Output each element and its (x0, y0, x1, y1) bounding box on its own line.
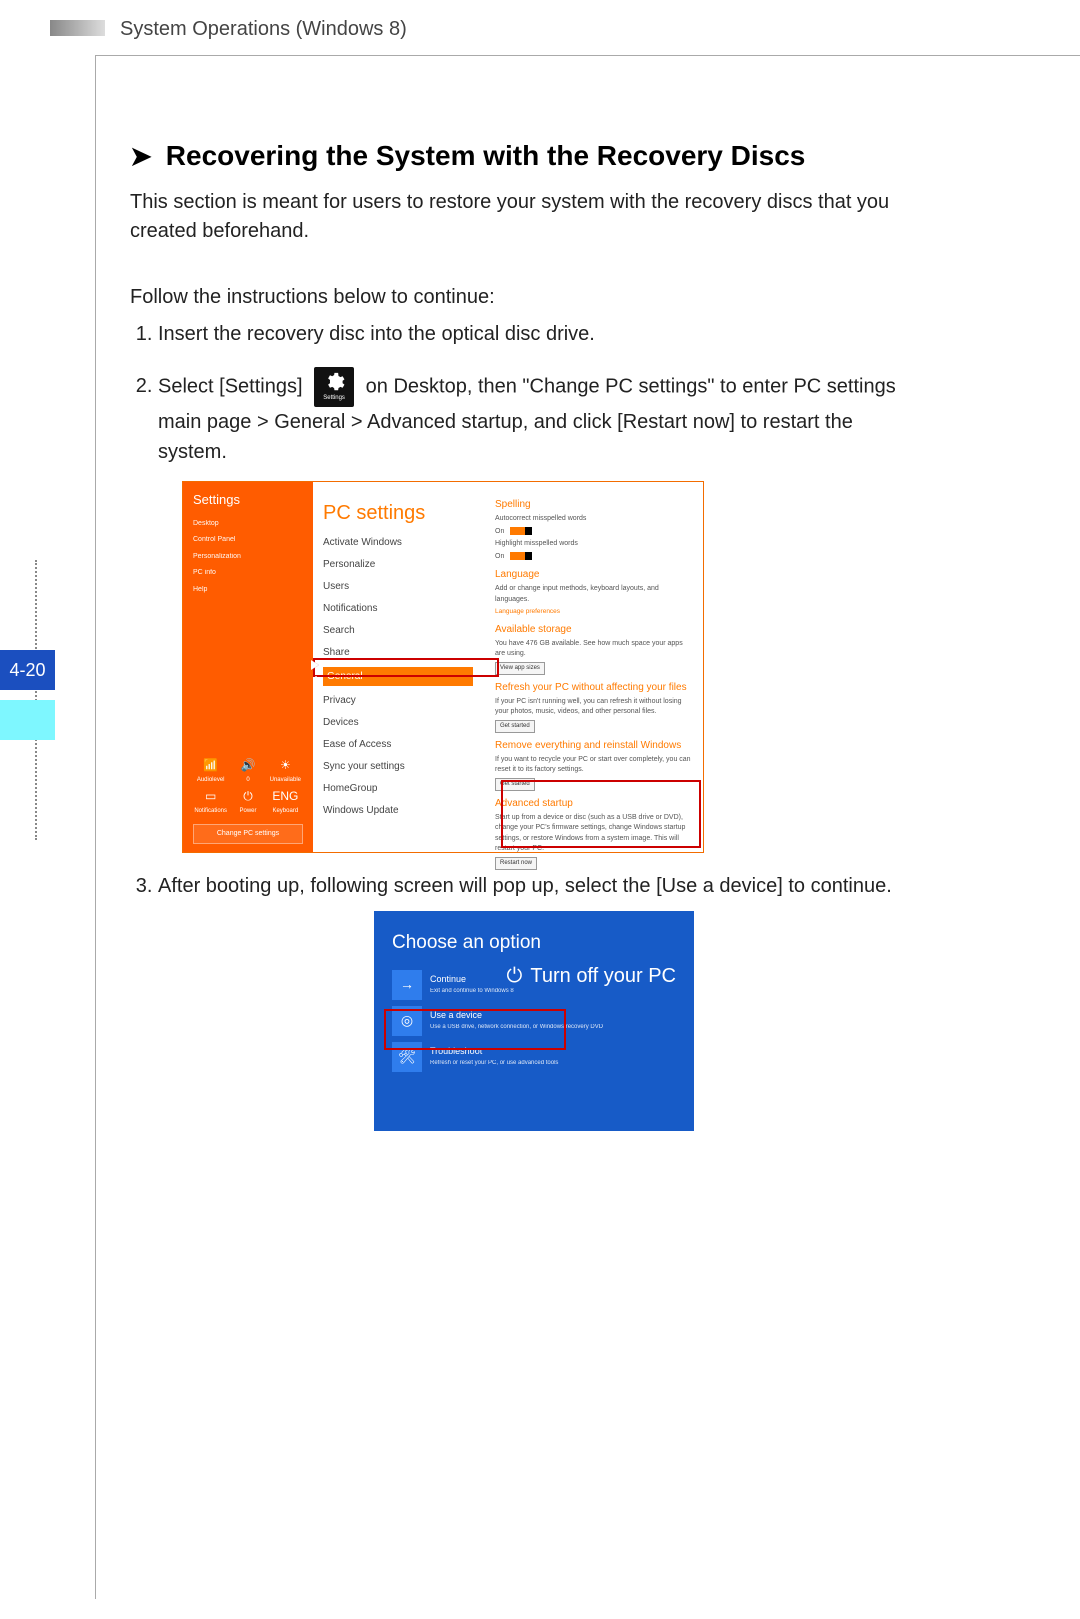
settings-tile-label: Settings (323, 394, 345, 403)
nav-item[interactable]: Privacy (323, 693, 473, 708)
get-started-remove-button[interactable]: Get started (495, 778, 535, 791)
page-number-tab: 4-20 (0, 650, 55, 690)
toggle-icon[interactable] (510, 552, 532, 560)
power-icon: ⏻ (243, 787, 253, 805)
pc-settings-main: Spelling Autocorrect misspelled words On… (483, 482, 703, 852)
notifications-icon: ▭ (205, 787, 216, 805)
keyboard-icon: ENG (272, 787, 298, 805)
sec-language: Language (495, 567, 691, 582)
sec-refresh: Refresh your PC without affecting your f… (495, 680, 691, 695)
settings-charm-tile: Settings (314, 367, 354, 407)
toggle-icon[interactable] (510, 527, 532, 535)
nav-item[interactable]: Users (323, 579, 473, 594)
nav-item[interactable]: Share (323, 645, 473, 660)
sec-spelling: Spelling (495, 497, 691, 512)
change-pc-settings-button[interactable]: Change PC settings (193, 824, 303, 845)
rule-vertical (95, 55, 96, 1599)
step-3-text: After booting up, following screen will … (158, 875, 892, 897)
power-icon: ⏻ (507, 961, 523, 991)
choose-option-screenshot: Choose an option → ContinueExit and cont… (374, 911, 694, 1131)
step-3: After booting up, following screen will … (158, 871, 910, 1131)
charm-item: Help (193, 585, 303, 596)
follow-text: Follow the instructions below to continu… (130, 286, 910, 309)
intro-text: This section is meant for users to resto… (130, 188, 910, 246)
arrow-right-icon: → (392, 970, 422, 1000)
highlight-use-device (384, 1009, 566, 1050)
sec-advanced-startup: Advanced startup (495, 796, 691, 811)
nav-item[interactable]: Personalize (323, 557, 473, 572)
header-gradient-bar (50, 20, 105, 36)
settings-charm-panel: Settings Desktop Control Panel Personali… (183, 482, 313, 852)
callout-arrow-icon (311, 660, 319, 670)
volume-icon: 🔊 (241, 756, 256, 774)
sec-storage: Available storage (495, 622, 691, 637)
nav-item[interactable]: Notifications (323, 601, 473, 616)
network-icon: 📶 (203, 756, 218, 774)
charm-item: Personalization (193, 552, 303, 563)
step-1-text: Insert the recovery disc into the optica… (158, 323, 595, 345)
gear-icon (323, 371, 345, 393)
section-title-text: Recovering the System with the Recovery … (166, 140, 806, 172)
charm-title: Settings (193, 490, 303, 510)
chevron-right-icon: ➤ (130, 141, 152, 172)
pc-settings-nav: PC settings Activate Windows Personalize… (313, 482, 483, 852)
nav-item[interactable]: Devices (323, 715, 473, 730)
section-title: ➤ Recovering the System with the Recover… (130, 140, 910, 172)
nav-item[interactable]: Sync your settings (323, 759, 473, 774)
charm-item: PC info (193, 568, 303, 579)
step-1: Insert the recovery disc into the optica… (158, 319, 910, 349)
chapter-header: System Operations (Windows 8) (120, 18, 407, 41)
pc-settings-heading: PC settings (323, 498, 473, 528)
restart-now-button[interactable]: Restart now (495, 857, 537, 870)
language-preferences-link[interactable]: Language preferences (495, 607, 691, 617)
view-app-sizes-button[interactable]: View app sizes (495, 662, 545, 675)
cyan-tab (0, 700, 55, 740)
nav-item[interactable]: Search (323, 623, 473, 638)
brightness-icon: ☀ (280, 756, 291, 774)
nav-item[interactable]: Ease of Access (323, 737, 473, 752)
get-started-refresh-button[interactable]: Get started (495, 720, 535, 733)
step-2-before: Select [Settings] (158, 375, 303, 397)
option-turnoff[interactable]: ⏻ Turn off your PC (507, 961, 676, 991)
nav-item[interactable]: Windows Update (323, 803, 473, 818)
charm-status-tiles: 📶Audiolevel 🔊0 ☀Unavailable ▭Notificatio… (193, 756, 303, 816)
charm-item: Control Panel (193, 535, 303, 546)
nav-item[interactable]: HomeGroup (323, 781, 473, 796)
pc-settings-screenshot: Settings Desktop Control Panel Personali… (182, 481, 704, 853)
sec-remove: Remove everything and reinstall Windows (495, 738, 691, 753)
rule-horizontal (95, 55, 1080, 56)
step-2: Select [Settings] Settings on Desktop, t… (158, 367, 910, 853)
choose-title: Choose an option (392, 929, 676, 958)
nav-item-general[interactable]: General (323, 667, 473, 686)
nav-item[interactable]: Activate Windows (323, 535, 473, 550)
charm-item: Desktop (193, 519, 303, 530)
callout-dashed-line (315, 666, 317, 796)
